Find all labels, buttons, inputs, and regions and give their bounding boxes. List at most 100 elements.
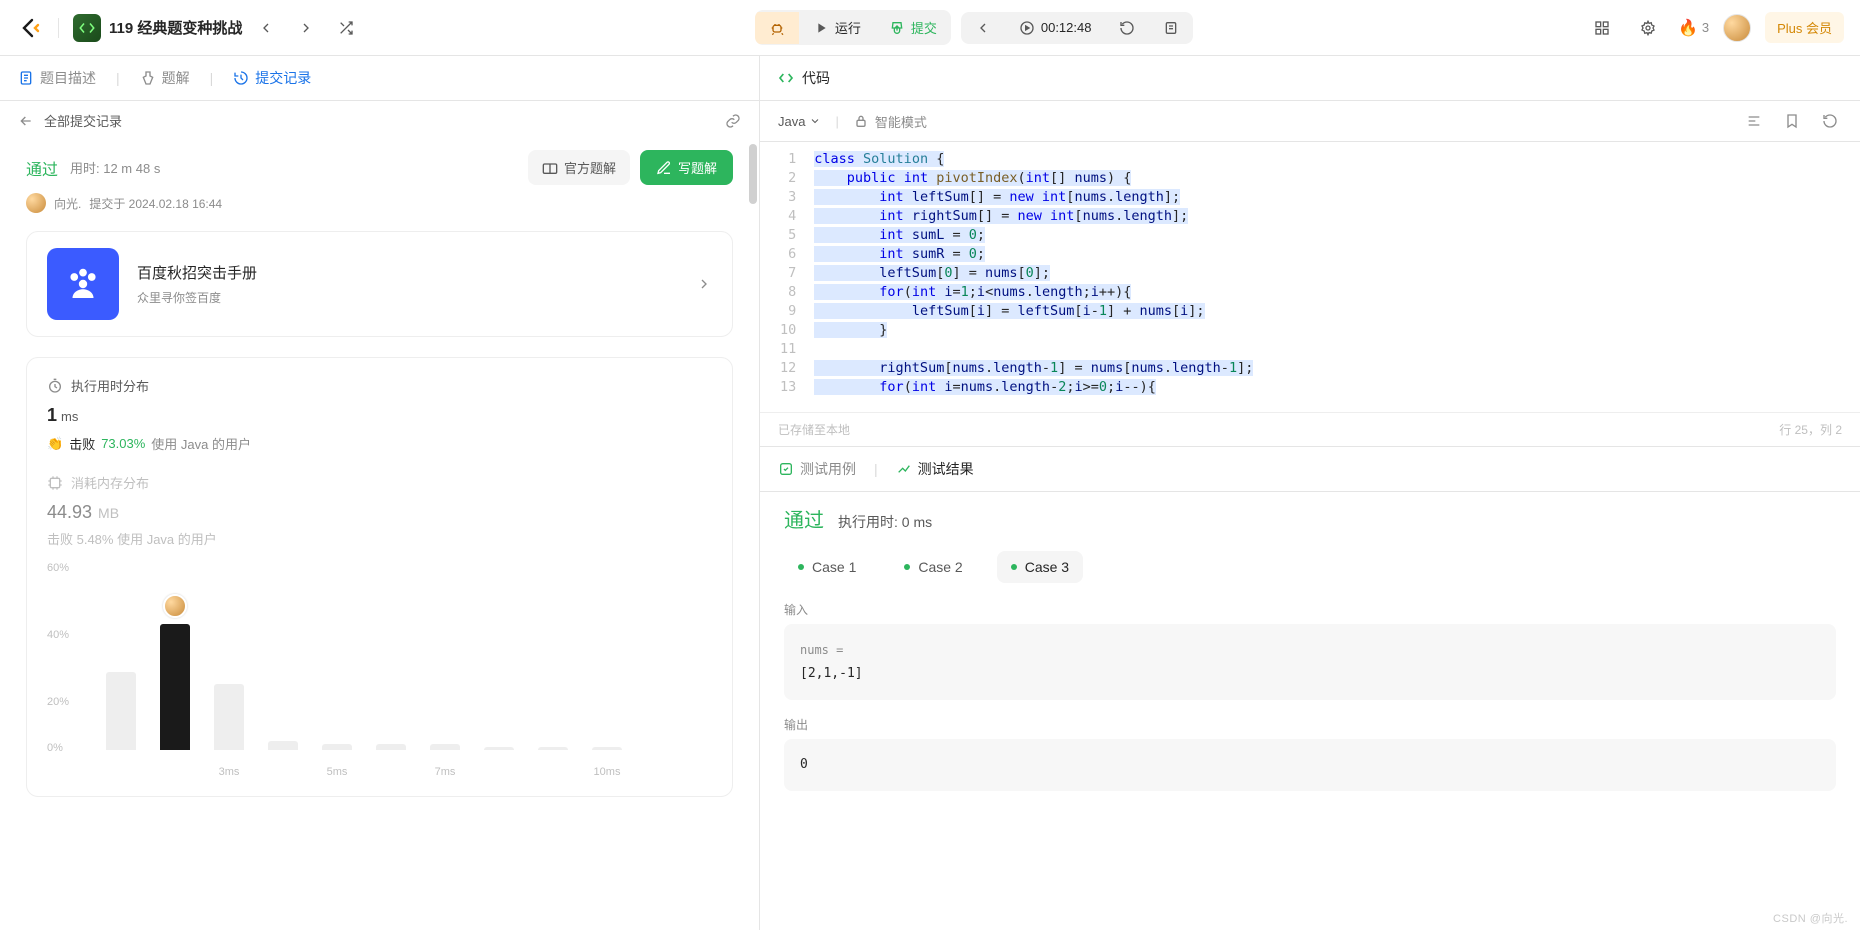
official-solution-label: 官方题解: [564, 158, 616, 177]
bar[interactable]: [538, 747, 568, 750]
x-axis-tick: 7ms: [430, 766, 460, 778]
tab-solutions[interactable]: 题解: [140, 68, 190, 88]
back-button[interactable]: [18, 113, 34, 129]
user-marker-icon: [163, 594, 187, 618]
exec-time-value: 1ms: [47, 405, 712, 426]
timer-reset-button[interactable]: [1105, 12, 1149, 44]
exec-time-title: 执行用时分布: [47, 376, 712, 395]
submissions-subhead: 全部提交记录: [0, 101, 759, 140]
exec-value: 1: [47, 405, 57, 426]
mem-title-text: 消耗内存分布: [71, 473, 149, 492]
all-submissions-link[interactable]: 全部提交记录: [44, 111, 122, 130]
language-selector[interactable]: Java: [778, 114, 821, 129]
line-gutter: 12345678910111213: [760, 142, 808, 412]
exec-beat-row: 👏击败 73.03% 使用 Java 的用户: [47, 434, 712, 453]
right-pane: 代码 Java | 智能模式 12345678910111213 class S…: [760, 56, 1860, 930]
timer-back-button[interactable]: [961, 12, 1005, 44]
y-axis-tick: 40%: [47, 629, 69, 641]
mem-stats: 消耗内存分布 44.93MB 击败 5.48% 使用 Java 的用户: [47, 473, 712, 548]
bar[interactable]: [484, 747, 514, 750]
status-pass: 通过: [26, 156, 58, 180]
x-axis-tick: [538, 766, 568, 778]
y-axis-tick: 60%: [47, 562, 69, 574]
separator: |: [835, 114, 838, 129]
exec-time-title-text: 执行用时分布: [71, 376, 149, 395]
tab-test-results-label: 测试结果: [918, 459, 974, 479]
scrollbar[interactable]: [749, 144, 757, 204]
output-label: 输出: [784, 716, 1836, 733]
plus-badge[interactable]: Plus 会员: [1765, 12, 1844, 43]
input-box: nums = [2,1,-1]: [784, 624, 1836, 700]
problem-badge-icon: [73, 14, 101, 42]
case-label: Case 2: [918, 559, 962, 575]
bar[interactable]: [268, 741, 298, 750]
case-tab-3[interactable]: Case 3: [997, 551, 1083, 583]
layout-button[interactable]: [1586, 12, 1618, 44]
shuffle-button[interactable]: [330, 12, 362, 44]
bookmark-button[interactable]: [1780, 109, 1804, 133]
debug-button[interactable]: [755, 12, 799, 44]
tab-test-cases-label: 测试用例: [800, 459, 856, 479]
bar[interactable]: [592, 747, 622, 750]
chevron-right-icon: [696, 276, 712, 292]
site-logo-icon[interactable]: [16, 14, 44, 42]
bar[interactable]: [376, 744, 406, 750]
tab-description[interactable]: 题目描述: [18, 68, 96, 88]
submitted-at: 提交于 2024.02.18 16:44: [89, 195, 222, 212]
official-solution-button[interactable]: 官方题解: [528, 150, 630, 185]
next-problem-button[interactable]: [290, 12, 322, 44]
tab-test-cases[interactable]: 测试用例: [778, 459, 856, 479]
bar[interactable]: [214, 684, 244, 750]
code-icon: [778, 70, 794, 86]
beat-suffix: 使用 Java 的用户: [151, 434, 251, 453]
status-dot-icon: [904, 564, 910, 570]
code-header-label: 代码: [802, 68, 830, 88]
test-runtime: 执行用时: 0 ms: [838, 512, 932, 532]
run-button[interactable]: 运行: [799, 10, 875, 45]
prev-problem-button[interactable]: [250, 12, 282, 44]
reset-code-button[interactable]: [1818, 109, 1842, 133]
submit-button[interactable]: 提交: [875, 10, 951, 45]
solution-buttons: 官方题解 写题解: [528, 150, 733, 185]
smart-mode-label: 智能模式: [875, 112, 927, 131]
smart-mode[interactable]: 智能模式: [853, 112, 927, 131]
bar[interactable]: [160, 624, 190, 750]
mem-beat: 击败 5.48% 使用 Java 的用户: [47, 529, 712, 548]
left-pane: 题目描述 | 题解 | 提交记录 全部提交记录 通过 用时: 12 m 48 s…: [0, 56, 760, 930]
clap-icon: 👏: [47, 436, 63, 452]
time-used: 用时: 12 m 48 s: [70, 158, 160, 177]
test-result-header: 通过 执行用时: 0 ms: [784, 504, 1836, 533]
case-tab-2[interactable]: Case 2: [890, 551, 976, 583]
user-avatar[interactable]: [1723, 14, 1751, 42]
share-link-icon[interactable]: [725, 113, 741, 129]
write-solution-button[interactable]: 写题解: [640, 150, 733, 185]
case-tab-1[interactable]: Case 1: [784, 551, 870, 583]
input-value: [2,1,-1]: [800, 662, 1820, 686]
streak-count: 3: [1702, 20, 1709, 35]
input-var-label: nums =: [800, 638, 1820, 662]
test-tabs: 测试用例 | 测试结果: [760, 447, 1860, 492]
code-editor[interactable]: 12345678910111213 class Solution { publi…: [760, 142, 1860, 412]
tab-test-results[interactable]: 测试结果: [896, 459, 974, 479]
y-axis-tick: 20%: [47, 696, 69, 708]
bar[interactable]: [106, 672, 136, 750]
settings-button[interactable]: [1632, 12, 1664, 44]
editor-statusbar: 已存储至本地 行 25，列 2: [760, 412, 1860, 447]
run-label: 运行: [835, 18, 861, 37]
bar[interactable]: [430, 744, 460, 750]
streak-counter[interactable]: 🔥3: [1678, 18, 1709, 38]
promo-subtitle: 众里寻你签百度: [137, 289, 678, 306]
bar[interactable]: [322, 744, 352, 750]
tab-submissions[interactable]: 提交记录: [233, 68, 311, 88]
runtime-bar-chart: 3ms5ms7ms10ms 60%40%20%0%: [47, 568, 712, 778]
timer-display[interactable]: 00:12:48: [1005, 12, 1106, 44]
beat-label: 击败: [69, 434, 95, 453]
notes-button[interactable]: [1149, 12, 1193, 44]
promo-card[interactable]: 百度秋招突击手册 众里寻你签百度: [26, 231, 733, 337]
timer-text: 00:12:48: [1041, 20, 1092, 35]
submit-info: 向光. 提交于 2024.02.18 16:44: [26, 193, 733, 213]
mem-unit: MB: [98, 505, 119, 521]
format-button[interactable]: [1742, 109, 1766, 133]
separator: [58, 18, 59, 38]
tab-description-label: 题目描述: [40, 68, 96, 88]
